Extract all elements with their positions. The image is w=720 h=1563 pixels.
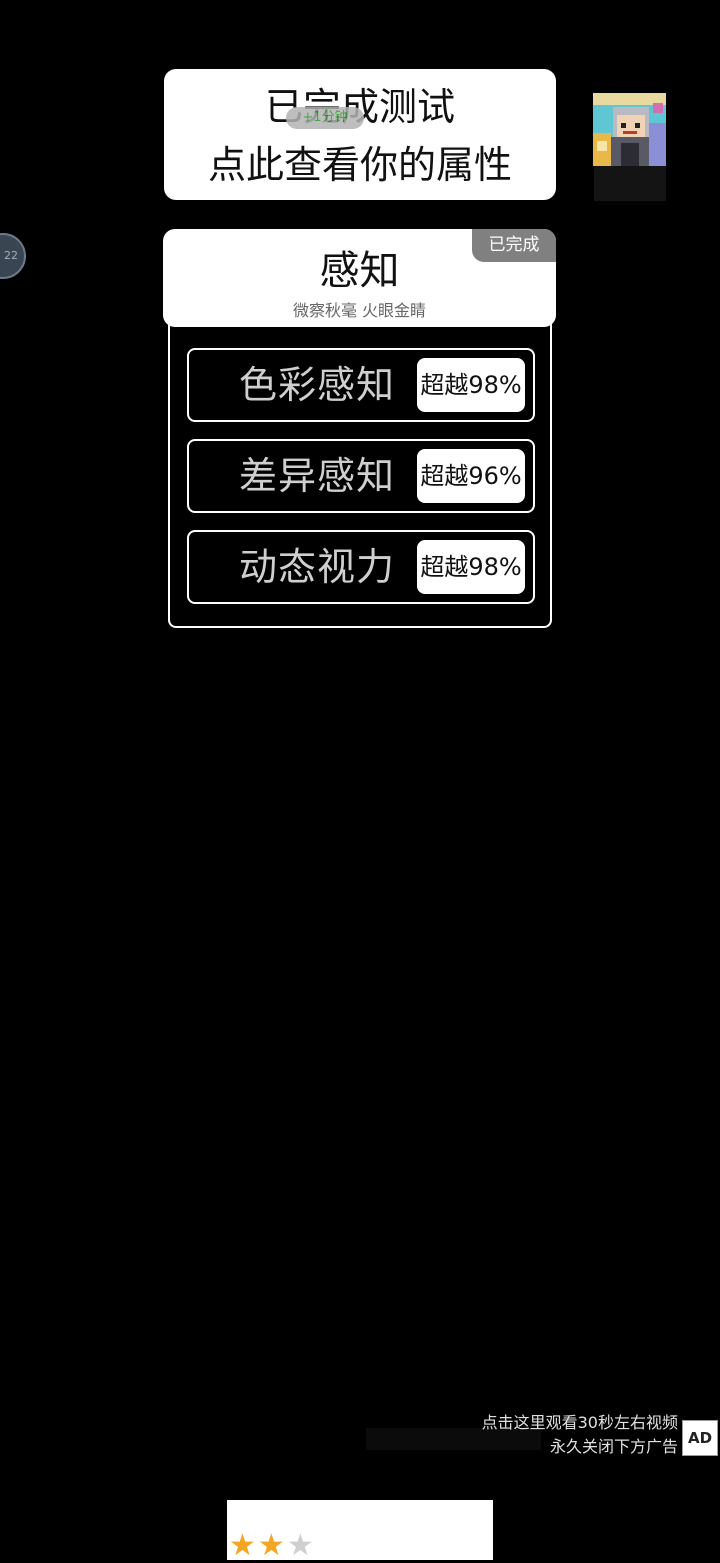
result-name: 差异感知 (239, 454, 396, 498)
completed-tag: 已完成 (472, 229, 556, 262)
percentile-badge: 超越98% (417, 540, 525, 594)
banner-line-2: 点此查看你的属性 (207, 143, 512, 187)
remove-ads-line-2: 永久关闭下方广告 (549, 1437, 678, 1456)
result-row: 差异感知 超越96% (187, 439, 535, 513)
result-name: 动态视力 (239, 545, 396, 589)
time-bonus-pill: +1分钟 (286, 107, 364, 129)
floating-badge-label: 22 (4, 249, 18, 262)
result-row: 动态视力 超越98% (187, 530, 535, 604)
no-ads-icon[interactable]: AD (682, 1420, 718, 1456)
star-empty-icon: ★ (286, 1528, 316, 1563)
percentile-badge: 超越96% (417, 449, 525, 503)
view-attributes-banner[interactable]: 已完成测试 点此查看你的属性 +1分钟 (164, 69, 556, 200)
remove-ads-line-1: 点击这里观看30秒左右视频 (481, 1413, 678, 1432)
rating-card[interactable]: ★★★ (227, 1500, 493, 1562)
promo-thumbnail[interactable] (593, 93, 666, 201)
floating-side-badge[interactable]: 22 (0, 233, 26, 279)
thumbnail-footer (594, 166, 666, 201)
result-row: 色彩感知 超越98% (187, 348, 535, 422)
star-filled-icon: ★ (257, 1528, 287, 1563)
category-subtitle: 微察秋毫 火眼金睛 (292, 301, 427, 320)
category-card: 感知 微察秋毫 火眼金睛 已完成 (163, 229, 556, 327)
result-name: 色彩感知 (239, 363, 396, 407)
remove-ads-link[interactable]: 点击这里观看30秒左右视频 永久关闭下方广告 (482, 1411, 678, 1459)
percentile-badge: 超越98% (417, 358, 525, 412)
game-character-image (593, 93, 666, 166)
star-filled-icon: ★ (229, 1528, 258, 1563)
star-rating: ★★★ (229, 1530, 316, 1562)
results-panel: 色彩感知 超越98% 差异感知 超越96% 动态视力 超越98% (168, 320, 552, 628)
